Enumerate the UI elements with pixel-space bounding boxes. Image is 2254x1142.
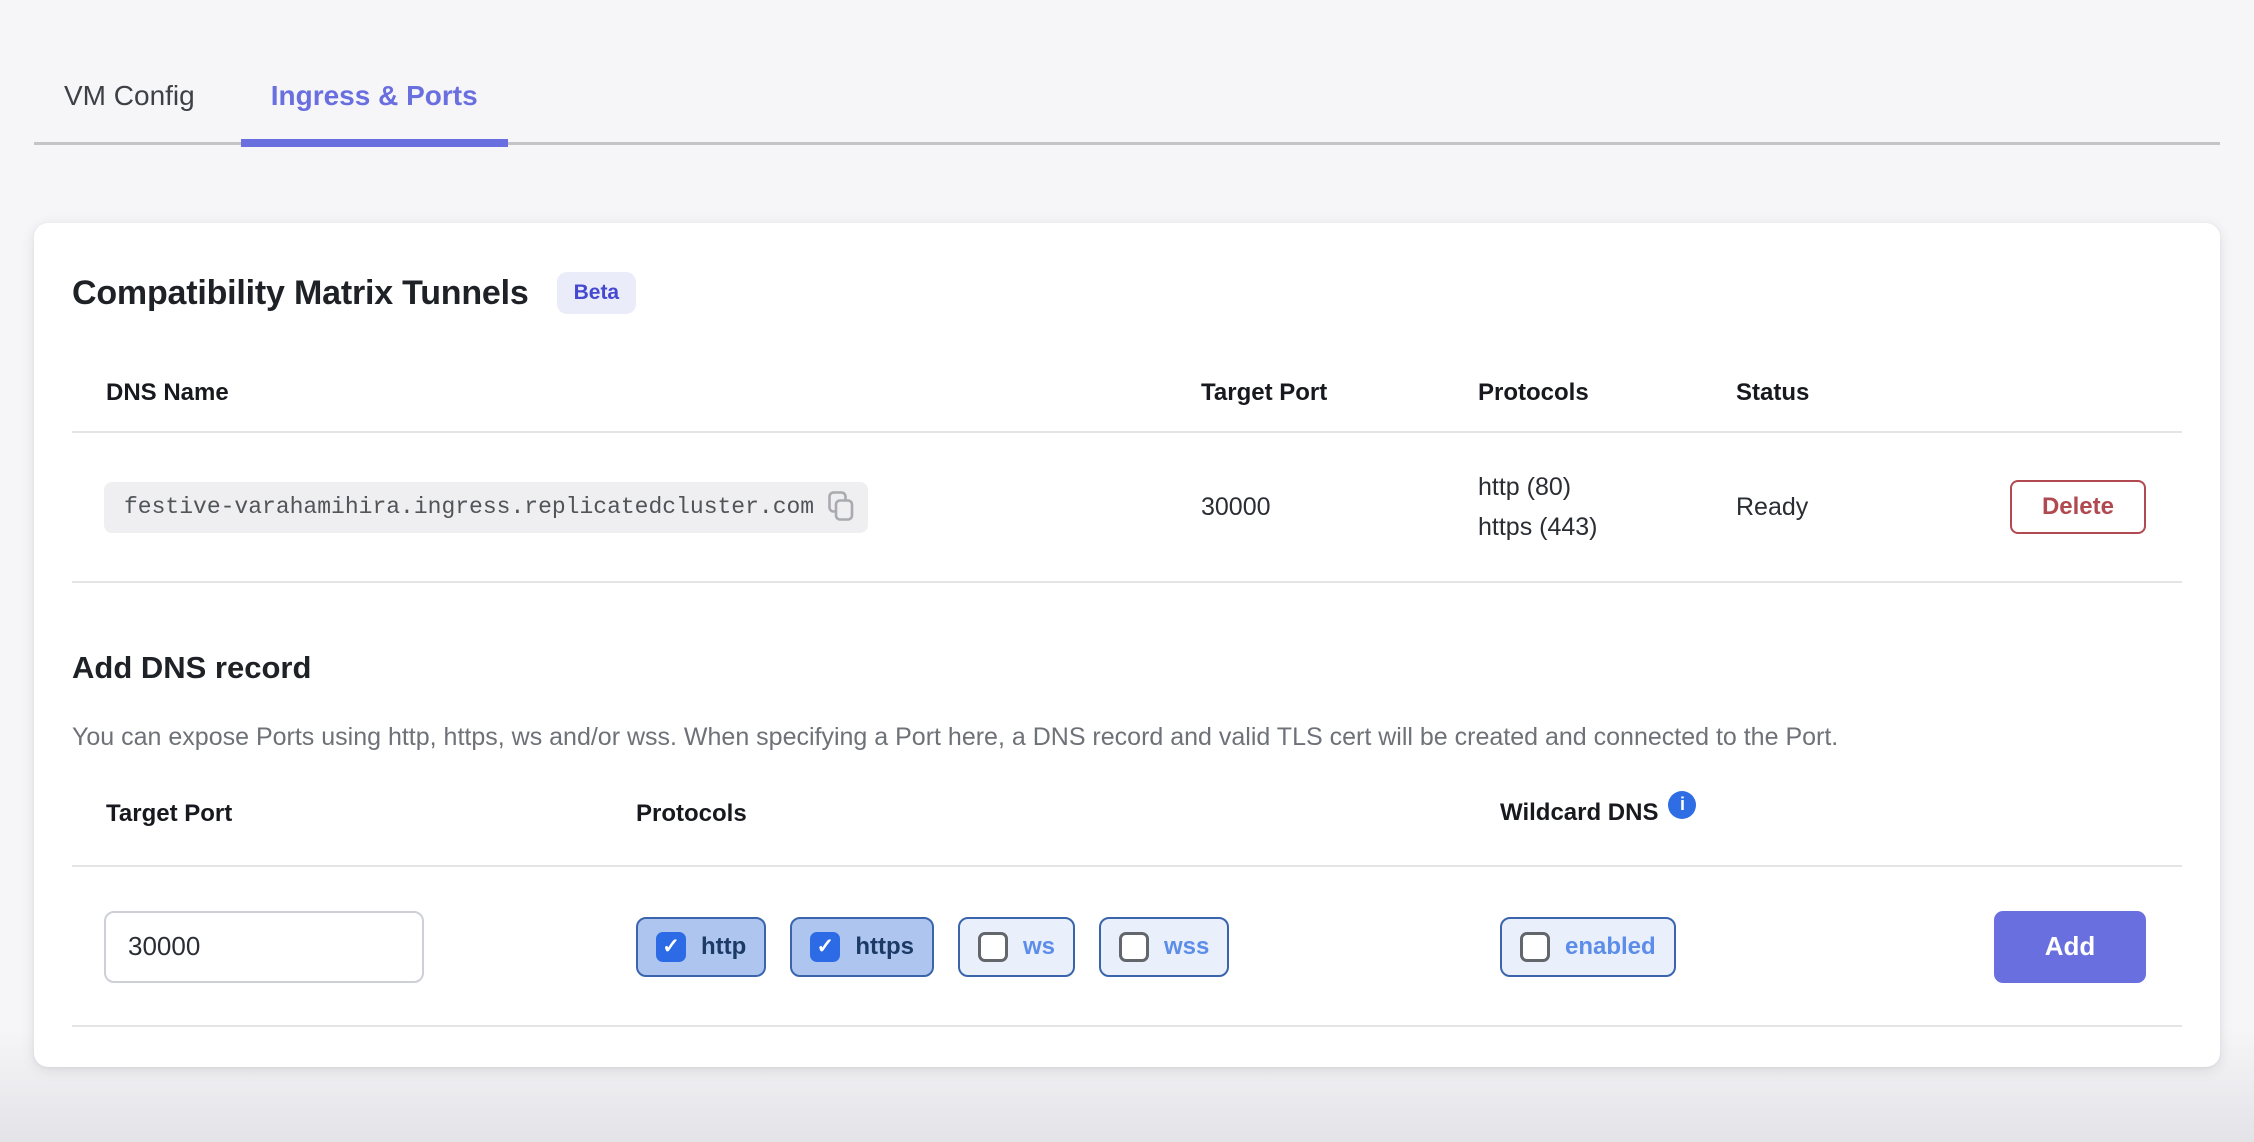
tunnels-table-header: DNS Name Target Port Protocols Status — [72, 355, 2182, 433]
col-header-status: Status — [1736, 379, 1902, 407]
add-dns-heading: Add DNS record — [72, 645, 2182, 691]
dns-name-value: festive-varahamihira.ingress.replicatedc… — [124, 494, 814, 520]
col-header-dns-name: DNS Name — [72, 379, 1201, 407]
protocol-https: https (443) — [1478, 507, 1736, 547]
checkbox-unchecked-icon[interactable] — [1119, 932, 1149, 962]
protocol-pill-http[interactable]: ✓ http — [636, 917, 766, 977]
info-icon[interactable]: i — [1668, 791, 1696, 819]
wildcard-enabled-pill[interactable]: enabled — [1500, 917, 1676, 977]
tab-ingress-ports-label: Ingress & Ports — [271, 80, 478, 112]
add-dns-description: You can expose Ports using http, https, … — [72, 717, 2157, 757]
target-port-input[interactable] — [104, 911, 424, 983]
checkbox-unchecked-icon[interactable] — [978, 932, 1008, 962]
protocol-pill-https-label: https — [855, 933, 914, 961]
delete-button[interactable]: Delete — [2010, 480, 2146, 534]
wildcard-dns-label: Wildcard DNS — [1500, 799, 1658, 826]
protocol-http: http (80) — [1478, 467, 1736, 507]
copy-dns-button[interactable] — [828, 491, 854, 524]
protocol-pill-wss-label: wss — [1164, 933, 1209, 961]
dns-name-cell: festive-varahamihira.ingress.replicatedc… — [72, 482, 1201, 533]
wildcard-cell: enabled — [1500, 917, 1990, 977]
tab-ingress-ports[interactable]: Ingress & Ports — [241, 50, 508, 142]
col-header-target-port: Target Port — [1201, 379, 1478, 407]
wildcard-enabled-label: enabled — [1565, 933, 1656, 961]
protocol-pill-ws[interactable]: ws — [958, 917, 1075, 977]
protocol-pill-http-label: http — [701, 933, 746, 961]
page: VM Config Ingress & Ports Compatibility … — [0, 0, 2254, 1142]
form-row: ✓ http ✓ https ws wss — [72, 867, 2182, 1027]
actions-cell: Delete — [1902, 480, 2182, 534]
tab-vm-config[interactable]: VM Config — [34, 50, 225, 142]
protocols-cell: http (80) https (443) — [1478, 467, 1736, 547]
tunnels-card: Compatibility Matrix Tunnels Beta DNS Na… — [34, 223, 2220, 1067]
card-title: Compatibility Matrix Tunnels — [72, 267, 529, 319]
tab-vm-config-label: VM Config — [64, 80, 195, 112]
protocols-label: Protocols — [636, 800, 1500, 828]
content-wrapper: VM Config Ingress & Ports Compatibility … — [34, 0, 2220, 1067]
copy-icon — [828, 491, 854, 524]
target-port-field-cell — [72, 911, 636, 983]
protocol-pill-ws-label: ws — [1023, 933, 1055, 961]
add-button[interactable]: Add — [1994, 911, 2146, 983]
checkbox-unchecked-icon[interactable] — [1520, 932, 1550, 962]
checkbox-checked-icon[interactable]: ✓ — [656, 932, 686, 962]
card-title-row: Compatibility Matrix Tunnels Beta — [72, 267, 2182, 319]
form-labels-row: Target Port Protocols Wildcard DNSi — [72, 783, 2182, 867]
tab-bar: VM Config Ingress & Ports — [34, 0, 2220, 145]
status-cell: Ready — [1736, 493, 1902, 522]
table-row: festive-varahamihira.ingress.replicatedc… — [72, 433, 2182, 583]
col-header-protocols: Protocols — [1478, 379, 1736, 407]
beta-badge: Beta — [557, 272, 637, 314]
wildcard-dns-label-wrap: Wildcard DNSi — [1500, 799, 1990, 829]
protocol-pill-https[interactable]: ✓ https — [790, 917, 934, 977]
dns-name-pill: festive-varahamihira.ingress.replicatedc… — [104, 482, 868, 533]
target-port-cell: 30000 — [1201, 493, 1478, 522]
checkbox-checked-icon[interactable]: ✓ — [810, 932, 840, 962]
protocols-pill-group: ✓ http ✓ https ws wss — [636, 917, 1500, 977]
target-port-label: Target Port — [72, 800, 636, 828]
add-button-cell: Add — [1990, 911, 2182, 983]
protocol-pill-wss[interactable]: wss — [1099, 917, 1229, 977]
